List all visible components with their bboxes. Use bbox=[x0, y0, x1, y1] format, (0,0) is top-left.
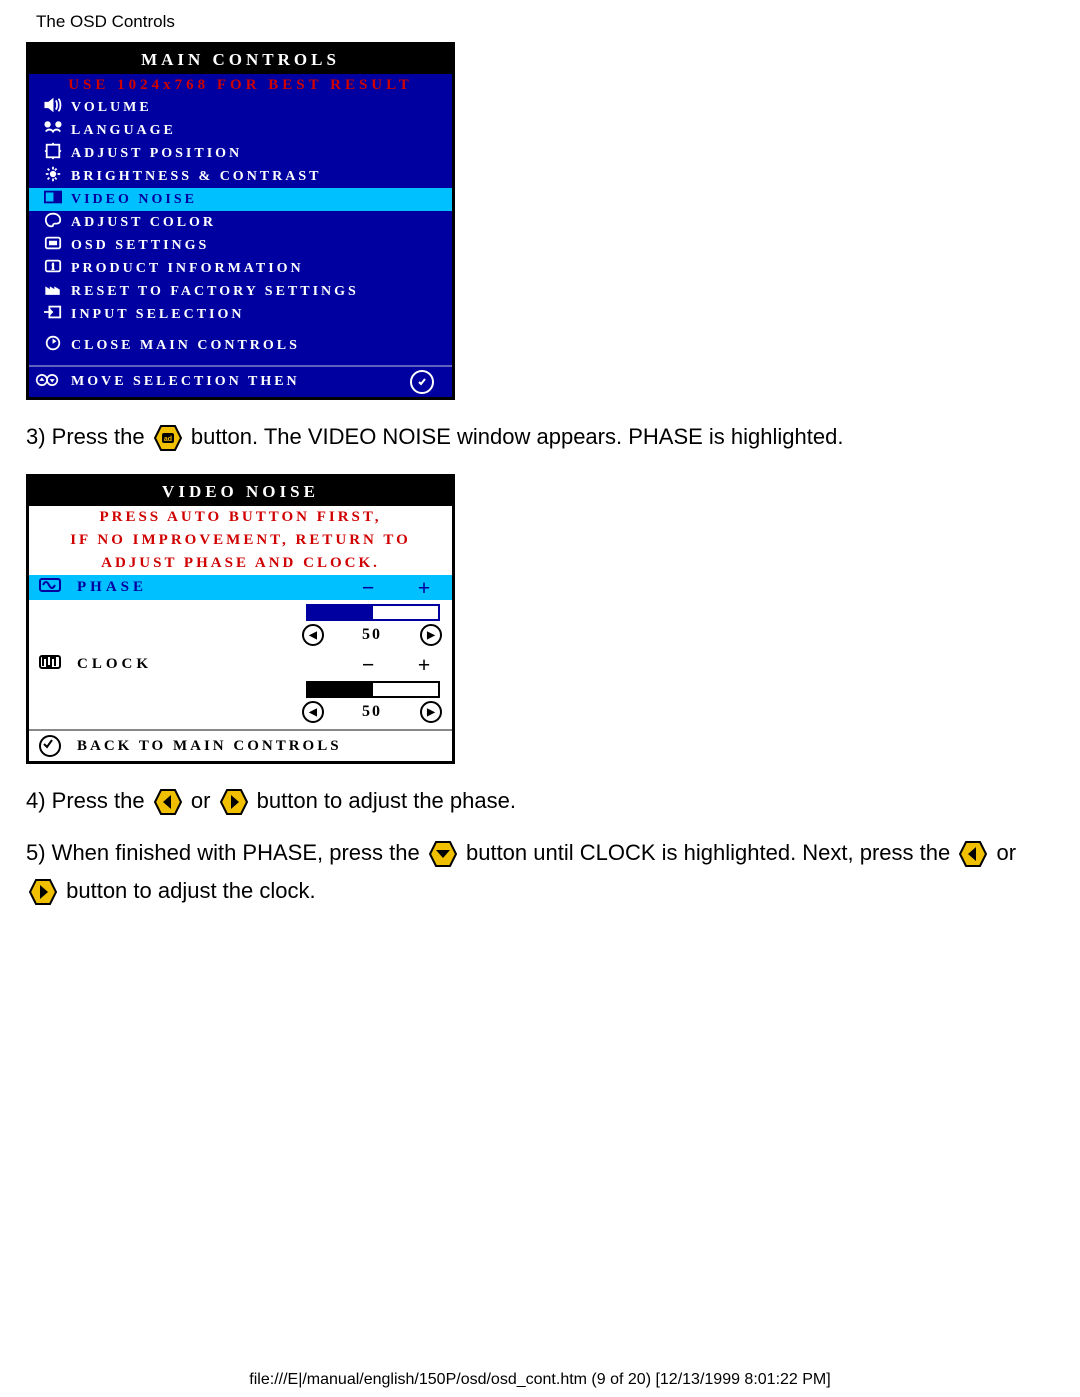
text: button until CLOCK is highlighted. Next,… bbox=[466, 840, 956, 865]
left-button-icon bbox=[154, 789, 182, 815]
right-button-icon bbox=[220, 789, 248, 815]
text: or bbox=[191, 788, 217, 813]
svg-text:ad: ad bbox=[164, 436, 172, 443]
minus-icon: − bbox=[340, 575, 396, 601]
volume-icon bbox=[35, 96, 71, 119]
label: BRIGHTNESS & CONTRAST bbox=[71, 169, 322, 185]
phase-bar bbox=[306, 604, 440, 621]
label: RESET TO FACTORY SETTINGS bbox=[71, 284, 359, 300]
left-icon: ◀ bbox=[302, 624, 324, 646]
param-phase[interactable]: PHASE − + bbox=[29, 575, 452, 600]
info-icon: i bbox=[35, 257, 71, 280]
main-controls-subtitle: USE 1024x768 FOR BEST RESULT bbox=[29, 74, 452, 96]
right-icon: ▶ bbox=[420, 701, 442, 723]
up-down-icon bbox=[35, 372, 71, 393]
label: VIDEO NOISE bbox=[71, 192, 197, 208]
menu-item-osd-settings[interactable]: OSD SETTINGS bbox=[29, 234, 452, 257]
svg-text:i: i bbox=[52, 262, 55, 272]
right-icon: ▶ bbox=[420, 624, 442, 646]
video-noise-title: VIDEO NOISE bbox=[29, 477, 452, 506]
menu-item-volume[interactable]: VOLUME bbox=[29, 96, 452, 119]
color-icon bbox=[35, 211, 71, 234]
param-clock[interactable]: CLOCK − + bbox=[29, 652, 452, 677]
position-icon bbox=[35, 142, 71, 165]
back-to-main[interactable]: BACK TO MAIN CONTROLS bbox=[29, 729, 452, 761]
hint-line-2: IF NO IMPROVEMENT, RETURN TO bbox=[29, 529, 452, 552]
footer-text: MOVE SELECTION THEN bbox=[71, 374, 410, 390]
hint-line-1: PRESS AUTO BUTTON FIRST, bbox=[29, 506, 452, 529]
label: PHASE bbox=[77, 579, 340, 596]
factory-icon bbox=[35, 280, 71, 303]
main-controls-footer: MOVE SELECTION THEN bbox=[29, 365, 452, 397]
label: PRODUCT INFORMATION bbox=[71, 261, 304, 277]
ok-button-icon: ad bbox=[154, 425, 182, 451]
label: ADJUST COLOR bbox=[71, 215, 216, 231]
close-icon bbox=[35, 334, 71, 357]
menu-item-input-selection[interactable]: INPUT SELECTION bbox=[29, 303, 452, 326]
text: button to adjust the phase. bbox=[257, 788, 516, 813]
text: button. The VIDEO NOISE window appears. … bbox=[191, 424, 844, 449]
hint-line-3: ADJUST PHASE AND CLOCK. bbox=[29, 552, 452, 575]
label: INPUT SELECTION bbox=[71, 307, 245, 323]
plus-icon: + bbox=[396, 575, 452, 601]
phase-icon bbox=[39, 577, 77, 598]
text: 5) When finished with PHASE, press the bbox=[26, 840, 426, 865]
menu-item-adjust-position[interactable]: ADJUST POSITION bbox=[29, 142, 452, 165]
label: OSD SETTINGS bbox=[71, 238, 209, 254]
left-button-icon bbox=[959, 841, 987, 867]
menu-item-language[interactable]: LANGUAGE bbox=[29, 119, 452, 142]
input-icon bbox=[35, 303, 71, 326]
label: CLOSE MAIN CONTROLS bbox=[71, 338, 300, 354]
menu-item-reset-factory[interactable]: RESET TO FACTORY SETTINGS bbox=[29, 280, 452, 303]
left-icon: ◀ bbox=[302, 701, 324, 723]
text: button to adjust the clock. bbox=[66, 878, 316, 903]
label: VOLUME bbox=[71, 100, 152, 116]
text: or bbox=[996, 840, 1016, 865]
menu-item-video-noise[interactable]: VIDEO NOISE bbox=[29, 188, 452, 211]
label: CLOCK bbox=[77, 656, 340, 673]
brightness-icon bbox=[35, 165, 71, 188]
clock-value-row: ◀ 50 ▶ bbox=[29, 701, 452, 729]
phase-value-row: ◀ 50 ▶ bbox=[29, 624, 452, 652]
page-footer: file:///E|/manual/english/150P/osd/osd_c… bbox=[0, 1371, 1080, 1389]
text: 4) Press the bbox=[26, 788, 151, 813]
menu-item-product-info[interactable]: i PRODUCT INFORMATION bbox=[29, 257, 452, 280]
osd-main-controls: MAIN CONTROLS USE 1024x768 FOR BEST RESU… bbox=[26, 42, 455, 400]
minus-icon: − bbox=[340, 652, 396, 678]
plus-icon: + bbox=[396, 652, 452, 678]
text: 3) Press the bbox=[26, 424, 151, 449]
clock-value: 50 bbox=[362, 703, 382, 721]
menu-item-adjust-color[interactable]: ADJUST COLOR bbox=[29, 211, 452, 234]
step-4: 4) Press the or button to adjust the pha… bbox=[26, 786, 1080, 816]
back-icon bbox=[39, 735, 77, 757]
down-button-icon bbox=[429, 841, 457, 867]
ok-icon bbox=[410, 370, 434, 394]
right-button-icon bbox=[29, 879, 57, 905]
page-header: The OSD Controls bbox=[0, 0, 1080, 42]
phase-bar-row bbox=[29, 600, 452, 624]
clock-icon bbox=[39, 654, 77, 675]
step-5: 5) When finished with PHASE, press the b… bbox=[26, 838, 1080, 906]
clock-bar-row bbox=[29, 677, 452, 701]
label: LANGUAGE bbox=[71, 123, 176, 139]
label: ADJUST POSITION bbox=[71, 146, 242, 162]
menu-item-brightness-contrast[interactable]: BRIGHTNESS & CONTRAST bbox=[29, 165, 452, 188]
clock-bar bbox=[306, 681, 440, 698]
main-controls-title: MAIN CONTROLS bbox=[29, 45, 452, 74]
osd-video-noise: VIDEO NOISE PRESS AUTO BUTTON FIRST, IF … bbox=[26, 474, 455, 764]
label: BACK TO MAIN CONTROLS bbox=[77, 738, 342, 755]
language-icon bbox=[35, 119, 71, 142]
phase-value: 50 bbox=[362, 626, 382, 644]
osd-settings-icon bbox=[35, 234, 71, 257]
step-3: 3) Press the ad button. The VIDEO NOISE … bbox=[26, 422, 1080, 452]
menu-item-close[interactable]: CLOSE MAIN CONTROLS bbox=[29, 334, 452, 357]
video-noise-icon bbox=[35, 188, 71, 211]
